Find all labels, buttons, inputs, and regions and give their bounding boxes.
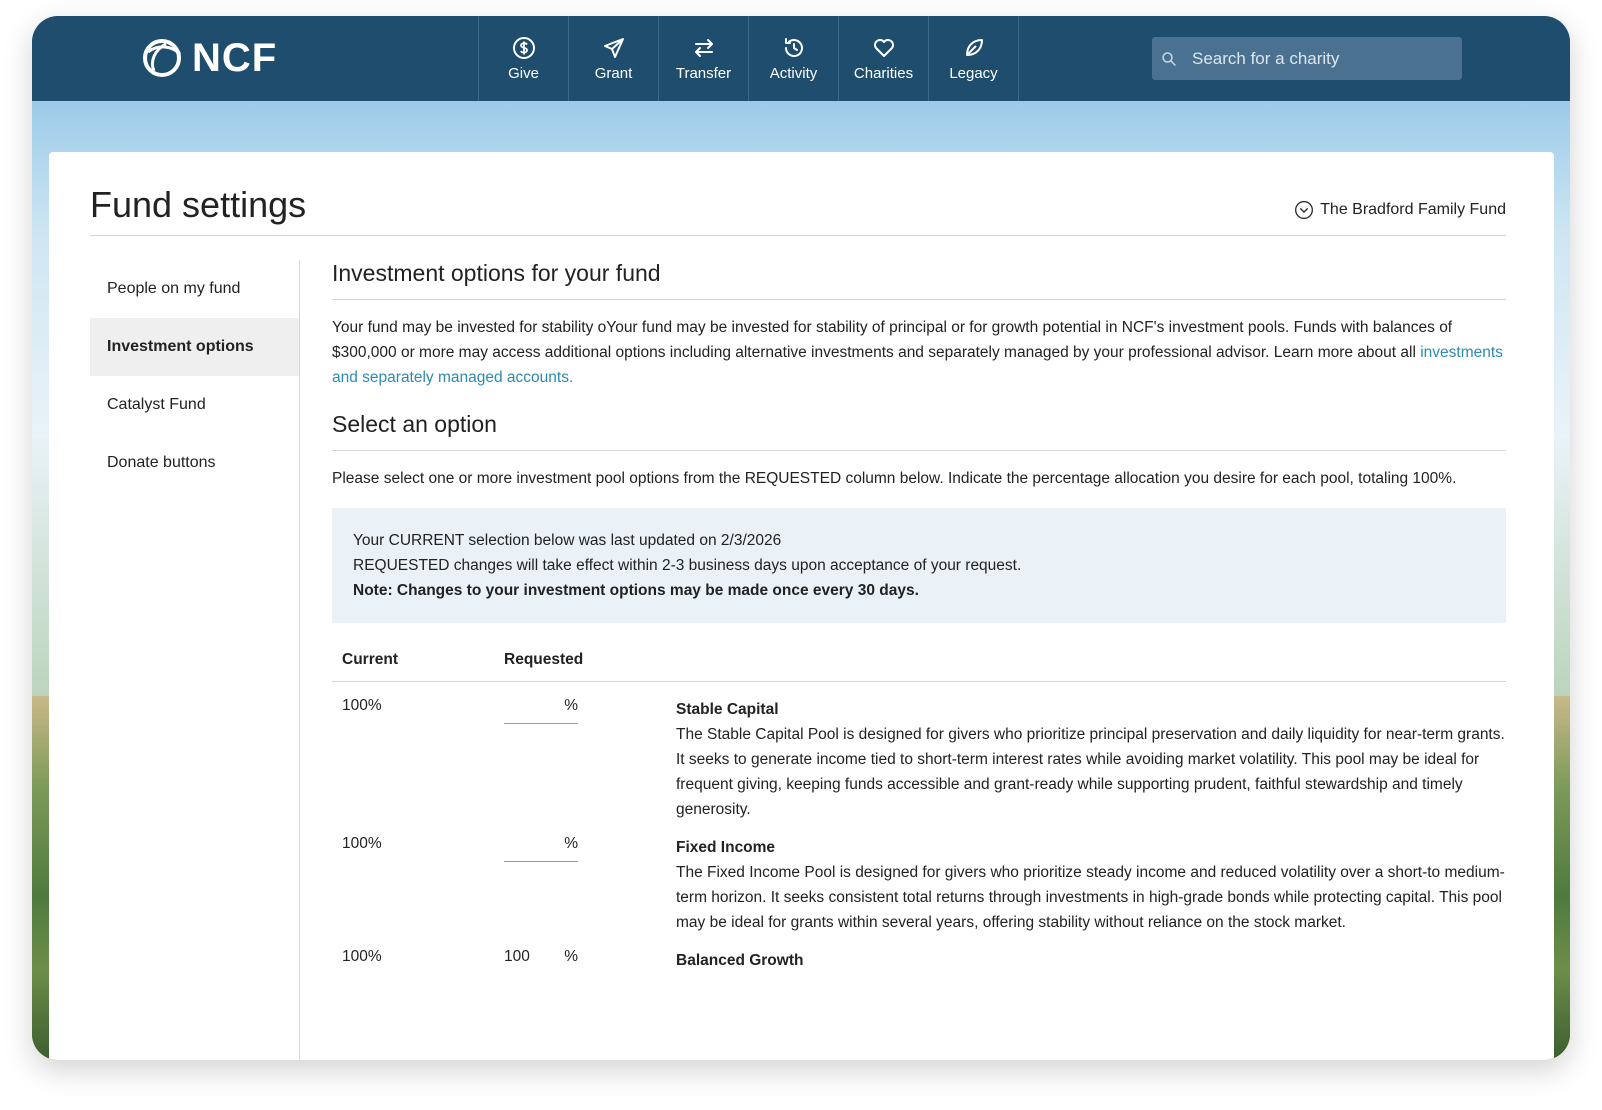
heart-icon bbox=[873, 38, 894, 57]
sidebar-item-people[interactable]: People on my fund bbox=[90, 260, 300, 318]
search-icon bbox=[1162, 51, 1176, 66]
send-icon bbox=[603, 37, 624, 58]
divider bbox=[332, 450, 1506, 451]
settings-sidebar: People on my fund Investment options Cat… bbox=[90, 260, 300, 492]
select-instructions: Please select one or more investment poo… bbox=[332, 470, 1457, 487]
nav-label: Give bbox=[508, 64, 539, 82]
background-scenery-left bbox=[32, 696, 50, 1060]
history-icon bbox=[784, 37, 803, 57]
investment-options-panel: Investment options for your fund Your fu… bbox=[332, 260, 1506, 974]
pool-name: Balanced Growth bbox=[676, 952, 804, 969]
sidebar-item-donate-buttons[interactable]: Donate buttons bbox=[90, 434, 300, 492]
main-nav: Give Grant Transfer Activity Charities L… bbox=[478, 16, 1019, 101]
pool-description: Stable Capital The Stable Capital Pool i… bbox=[676, 697, 1506, 822]
nav-label: Activity bbox=[769, 64, 818, 82]
sidebar-divider bbox=[299, 260, 300, 1060]
pool-row-balanced-growth: 100% % Balanced Growth bbox=[332, 948, 1506, 974]
current-allocation: 100% bbox=[342, 697, 382, 714]
column-header-current: Current bbox=[342, 651, 398, 668]
intro-paragraph: Your fund may be invested for stability … bbox=[332, 315, 1506, 390]
fund-name: The Bradford Family Fund bbox=[1320, 201, 1506, 218]
dollar-circle-icon bbox=[512, 36, 535, 59]
pool-name: Fixed Income bbox=[676, 839, 776, 856]
chevron-down-circle-icon bbox=[1295, 201, 1314, 219]
search-input[interactable] bbox=[1190, 47, 1444, 70]
nav-label: Charities bbox=[853, 64, 914, 82]
requested-percent-input[interactable] bbox=[504, 697, 544, 715]
pool-description-text: The Fixed Income Pool is designed for gi… bbox=[676, 864, 1505, 931]
notice-note: Note: Changes to your investment options… bbox=[353, 582, 919, 599]
select-heading: Select an option bbox=[332, 411, 497, 437]
percent-sign: % bbox=[564, 835, 578, 852]
nav-label: Grant bbox=[594, 64, 633, 82]
sidebar-item-investment-options[interactable]: Investment options bbox=[90, 318, 300, 376]
background-scenery-right bbox=[1552, 696, 1570, 1060]
nav-grant[interactable]: Grant bbox=[569, 16, 659, 101]
app-window: NCF Give Grant Transfer Activity Chariti… bbox=[32, 16, 1570, 1060]
nav-legacy[interactable]: Legacy bbox=[929, 16, 1019, 101]
fund-settings-card: Fund settings The Bradford Family Fund P… bbox=[49, 152, 1554, 1060]
leaf-icon bbox=[965, 38, 983, 56]
fund-selector[interactable]: The Bradford Family Fund bbox=[1294, 200, 1506, 220]
intro-text: Your fund may be invested for stability … bbox=[332, 319, 1453, 361]
transfer-arrows-icon bbox=[694, 38, 713, 57]
notice-last-updated: Your CURRENT selection below was last up… bbox=[353, 532, 782, 549]
selection-notice: Your CURRENT selection below was last up… bbox=[332, 508, 1506, 623]
title-divider bbox=[90, 235, 1506, 236]
divider bbox=[332, 299, 1506, 300]
globe-logo-icon bbox=[143, 39, 182, 77]
current-allocation: 100% bbox=[342, 948, 382, 965]
column-header-requested: Requested bbox=[504, 651, 584, 668]
pool-table-header: Current Requested bbox=[332, 651, 1506, 682]
requested-percent-field: % bbox=[504, 835, 578, 862]
pool-description: Fixed Income The Fixed Income Pool is de… bbox=[676, 835, 1506, 935]
requested-percent-field: % bbox=[504, 697, 578, 724]
pool-row-fixed-income: 100% % Fixed Income The Fixed Income Poo… bbox=[332, 835, 1506, 935]
pool-description-text: The Stable Capital Pool is designed for … bbox=[676, 726, 1505, 818]
nav-charities[interactable]: Charities bbox=[839, 16, 929, 101]
percent-sign: % bbox=[564, 948, 578, 965]
charity-search[interactable] bbox=[1152, 37, 1462, 80]
nav-give[interactable]: Give bbox=[479, 16, 569, 101]
pool-name: Stable Capital bbox=[676, 701, 779, 718]
sidebar-item-catalyst-fund[interactable]: Catalyst Fund bbox=[90, 376, 300, 434]
percent-sign: % bbox=[564, 697, 578, 714]
nav-transfer[interactable]: Transfer bbox=[659, 16, 749, 101]
section-heading: Investment options for your fund bbox=[332, 260, 661, 286]
requested-percent-input[interactable] bbox=[504, 948, 544, 966]
requested-cell: % bbox=[504, 835, 676, 935]
page-title: Fund settings bbox=[90, 184, 307, 225]
pool-description: Balanced Growth bbox=[676, 948, 1506, 974]
requested-percent-field: % bbox=[504, 948, 578, 974]
notice-effect: REQUESTED changes will take effect withi… bbox=[353, 557, 1022, 574]
nav-label: Transfer bbox=[675, 64, 732, 82]
ncf-logo[interactable]: NCF bbox=[140, 35, 278, 80]
pool-row-stable-capital: 100% % Stable Capital The Stable Capital… bbox=[332, 697, 1506, 822]
requested-cell: % bbox=[504, 697, 676, 822]
nav-label: Legacy bbox=[949, 64, 998, 82]
top-navbar: NCF Give Grant Transfer Activity Chariti… bbox=[32, 16, 1570, 101]
logo-text: NCF bbox=[192, 35, 278, 80]
nav-activity[interactable]: Activity bbox=[749, 16, 839, 101]
current-allocation: 100% bbox=[342, 835, 382, 852]
requested-percent-input[interactable] bbox=[504, 835, 544, 853]
requested-cell: % bbox=[504, 948, 676, 974]
